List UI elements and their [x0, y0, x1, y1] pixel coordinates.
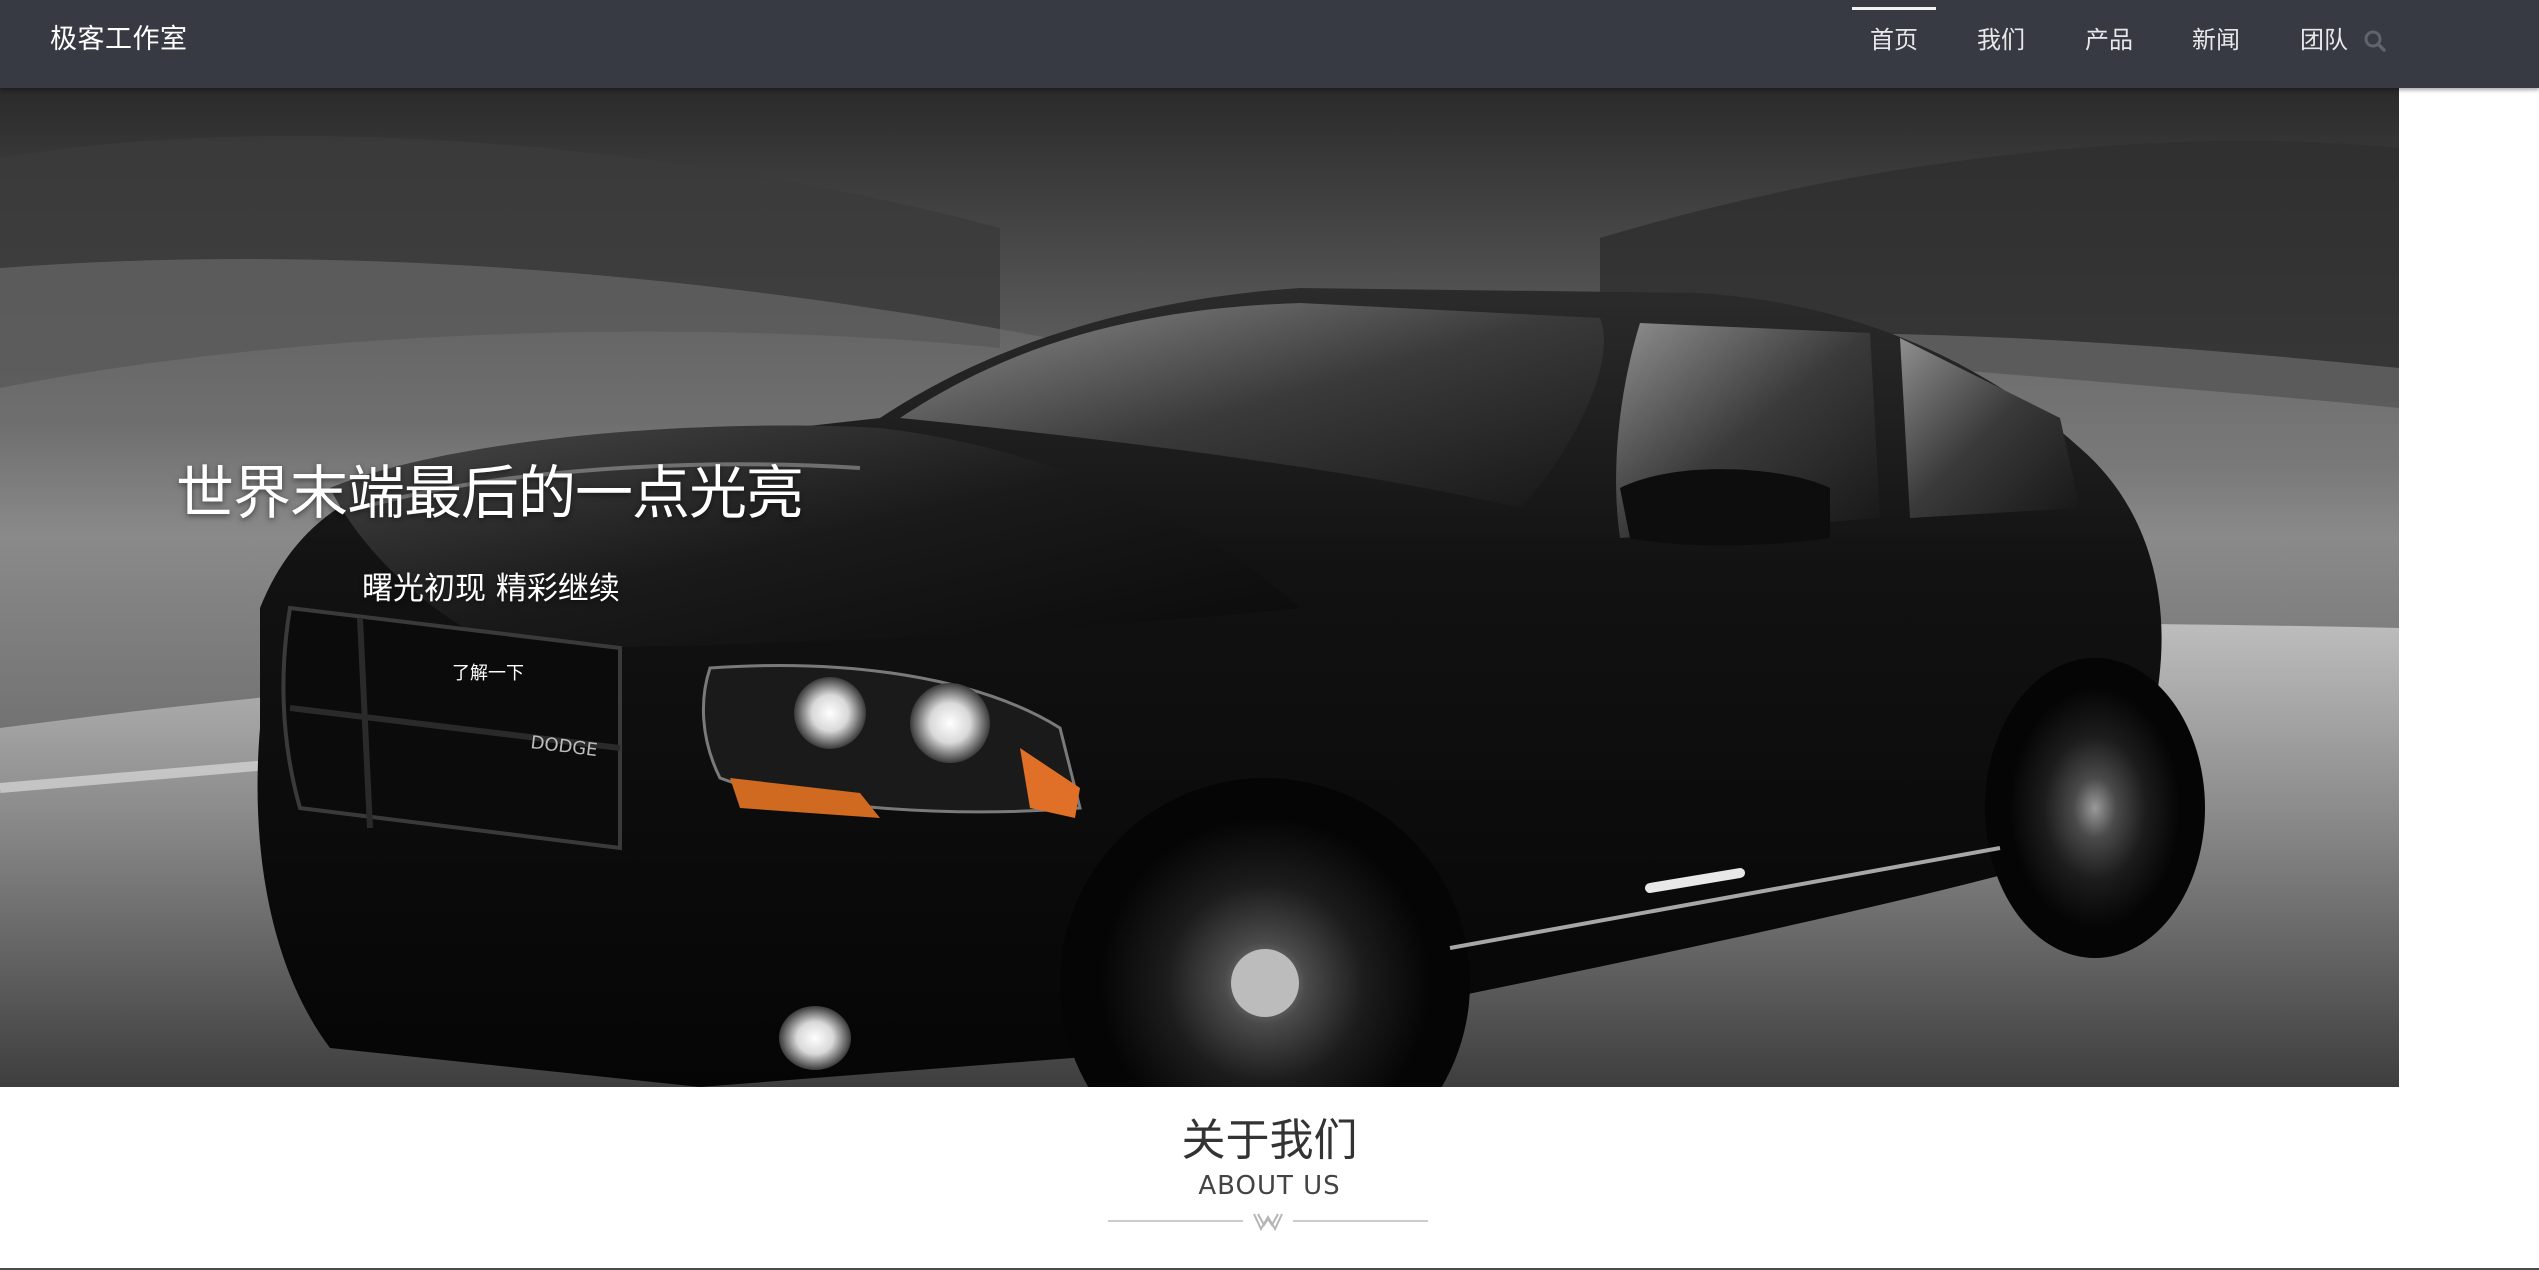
hero-car-image: DODGE	[0, 88, 2399, 1087]
top-navbar: 极客工作室 首页 我们 产品 新闻 团队	[0, 0, 2539, 88]
hero-title: 世界末端最后的一点光亮	[176, 459, 804, 527]
hero-subtitle: 曙光初现 精彩继续	[362, 571, 620, 607]
nav-item-about[interactable]: 我们	[1977, 22, 2025, 58]
hero-banner: DODGE 世界末端最后的一点光亮 曙光初现 精彩继续 了解一下	[0, 88, 2399, 1087]
learn-more-button[interactable]: 了解一下	[435, 651, 541, 697]
about-divider	[1108, 1213, 1428, 1232]
brand-logo-text[interactable]: 极客工作室	[50, 22, 188, 58]
about-section: 关于我们 ABOUT US	[0, 1087, 2539, 1270]
w-ornament-icon	[1253, 1213, 1283, 1232]
about-title: 关于我们	[1181, 1115, 1358, 1166]
about-subtitle: ABOUT US	[1198, 1171, 1341, 1201]
nav-item-home[interactable]: 首页	[1852, 7, 1936, 58]
nav-item-team[interactable]: 团队	[2300, 22, 2348, 58]
search-icon[interactable]	[2362, 28, 2388, 54]
nav-item-products[interactable]: 产品	[2085, 22, 2133, 58]
nav-item-news[interactable]: 新闻	[2192, 22, 2240, 58]
